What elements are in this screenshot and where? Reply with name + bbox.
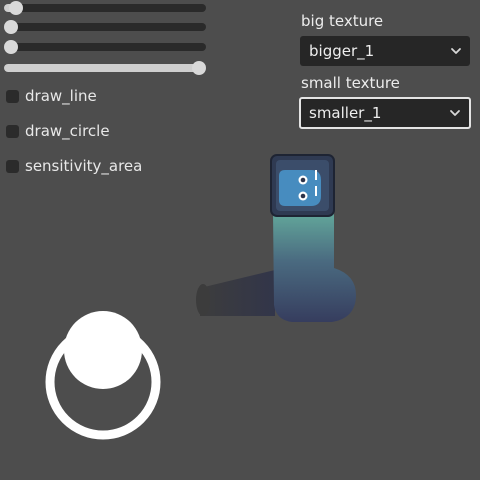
sprite-trail [273, 212, 356, 322]
joystick-knob[interactable] [64, 311, 142, 389]
cone-tip [196, 284, 210, 316]
game-scene [45, 154, 356, 440]
cone-shadow [200, 270, 275, 316]
godot-logo-icon[interactable] [270, 154, 335, 217]
